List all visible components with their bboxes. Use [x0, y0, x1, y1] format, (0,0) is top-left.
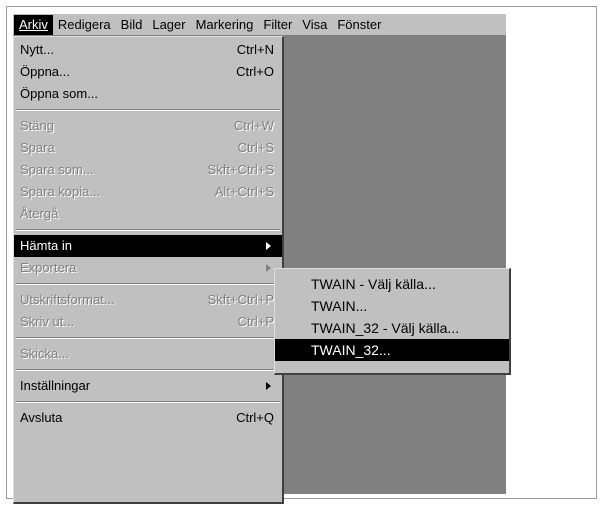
- skriv-ut-label: Skriv ut...: [20, 314, 75, 329]
- menu-separator: [14, 365, 282, 375]
- nytt-label: Nytt...: [20, 42, 54, 57]
- submenu-arrow-icon: [266, 264, 271, 272]
- spara-som-label: Spara som...: [20, 162, 94, 177]
- avsluta-label: Avsluta: [20, 410, 63, 425]
- menu-item-spara: Spara Ctrl+S: [14, 137, 282, 159]
- menu-separator: [14, 279, 282, 289]
- menu-item-nytt[interactable]: Nytt... Ctrl+N: [14, 39, 282, 61]
- avsluta-shortcut: Ctrl+Q: [236, 410, 274, 425]
- menu-filter[interactable]: Filter: [258, 15, 297, 35]
- stang-shortcut: Ctrl+W: [233, 118, 274, 133]
- oppna-shortcut: Ctrl+O: [236, 64, 274, 79]
- spara-som-shortcut: Skft+Ctrl+S: [207, 162, 274, 177]
- menu-item-skriv-ut: Skriv ut... Ctrl+P: [14, 311, 282, 333]
- menu-redigera[interactable]: Redigera: [53, 15, 116, 35]
- menu-item-exportera: Exportera: [14, 257, 282, 279]
- menu-item-oppna-som[interactable]: Öppna som...: [14, 83, 282, 105]
- menu-bild-label: Bild: [120, 16, 143, 32]
- spara-label: Spara: [20, 140, 55, 155]
- atergaa-label: Återgå: [20, 206, 59, 221]
- menu-item-spara-som: Spara som... Skft+Ctrl+S: [14, 159, 282, 181]
- spara-kopia-shortcut: Alt+Ctrl+S: [214, 184, 274, 199]
- submenu-item-twain32[interactable]: TWAIN_32...: [275, 339, 509, 361]
- skriv-ut-shortcut: Ctrl+P: [237, 314, 274, 329]
- twain-valj-kalla-label: TWAIN - Välj källa...: [311, 276, 436, 292]
- twain32-valj-kalla-label: TWAIN_32 - Välj källa...: [311, 320, 460, 336]
- spara-kopia-label: Spara kopia...: [20, 184, 101, 199]
- twain-label: TWAIN...: [311, 298, 368, 314]
- twain32-label: TWAIN_32...: [311, 342, 391, 358]
- menu-markering[interactable]: Markering: [191, 15, 259, 35]
- nytt-shortcut: Ctrl+N: [236, 42, 274, 57]
- menu-item-stang: Stäng Ctrl+W: [14, 115, 282, 137]
- menu-markering-label: Markering: [195, 16, 254, 32]
- menu-visa[interactable]: Visa: [297, 15, 332, 35]
- menu-separator: [14, 105, 282, 115]
- menu-separator: [14, 333, 282, 343]
- menu-arkiv-label: Arkiv: [19, 16, 48, 32]
- menu-item-avsluta[interactable]: Avsluta Ctrl+Q: [14, 407, 282, 429]
- arkiv-dropdown-menu: Nytt... Ctrl+N Öppna... Ctrl+O Öppna som…: [13, 36, 284, 504]
- menu-item-skicka: Skicka...: [14, 343, 282, 365]
- menu-fonster[interactable]: Fönster: [332, 15, 386, 35]
- hamta-in-label: Hämta in: [20, 238, 73, 253]
- installningar-label: Inställningar: [20, 378, 91, 393]
- exportera-label: Exportera: [20, 260, 77, 275]
- menu-lager[interactable]: Lager: [147, 15, 190, 35]
- submenu-arrow-icon: [266, 382, 271, 390]
- stang-label: Stäng: [20, 118, 54, 133]
- hamta-in-submenu: TWAIN - Välj källa... TWAIN... TWAIN_32 …: [274, 268, 511, 375]
- skicka-label: Skicka...: [20, 346, 70, 361]
- submenu-item-twain[interactable]: TWAIN...: [275, 295, 509, 317]
- menu-lager-label: Lager: [152, 16, 186, 32]
- submenu-item-twain32-valj-kalla[interactable]: TWAIN_32 - Välj källa...: [275, 317, 509, 339]
- menu-item-utskriftsformat: Utskriftsformat... Skft+Ctrl+P: [14, 289, 282, 311]
- menu-separator: [14, 225, 282, 235]
- menu-item-installningar[interactable]: Inställningar: [14, 375, 282, 397]
- submenu-item-twain-valj-kalla[interactable]: TWAIN - Välj källa...: [275, 273, 509, 295]
- oppna-som-label: Öppna som...: [20, 86, 99, 101]
- menu-item-spara-kopia: Spara kopia... Alt+Ctrl+S: [14, 181, 282, 203]
- oppna-label: Öppna...: [20, 64, 70, 79]
- spara-shortcut: Ctrl+S: [237, 140, 274, 155]
- menu-filter-label: Filter: [263, 16, 293, 32]
- menu-bar: Arkiv Redigera Bild Lager Markering Filt…: [13, 14, 506, 36]
- submenu-arrow-icon: [266, 242, 271, 250]
- menu-separator: [14, 397, 282, 407]
- utskriftsformat-label: Utskriftsformat...: [20, 292, 115, 307]
- utskriftsformat-shortcut: Skft+Ctrl+P: [207, 292, 274, 307]
- menu-visa-label: Visa: [302, 16, 328, 32]
- menu-item-oppna[interactable]: Öppna... Ctrl+O: [14, 61, 282, 83]
- menu-redigera-label: Redigera: [57, 16, 111, 32]
- menu-item-atergaa: Återgå: [14, 203, 282, 225]
- menu-bild[interactable]: Bild: [116, 15, 148, 35]
- menu-arkiv[interactable]: Arkiv: [14, 14, 53, 35]
- menu-fonster-label: Fönster: [337, 16, 382, 32]
- menu-item-hamta-in[interactable]: Hämta in: [14, 235, 282, 257]
